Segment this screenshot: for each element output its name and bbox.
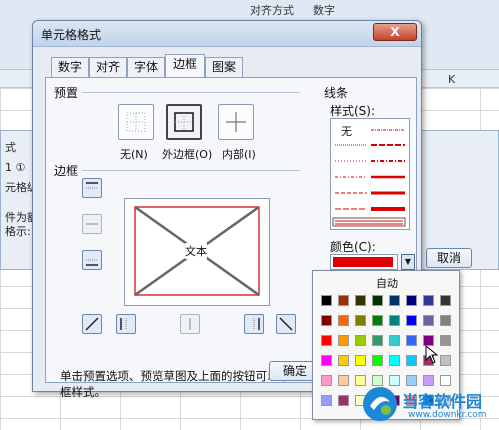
color-swatch[interactable] <box>321 335 332 346</box>
border-right-button[interactable] <box>244 314 264 334</box>
ribbon-group-alignment: 对齐方式 <box>250 4 294 17</box>
border-top-icon <box>86 182 98 189</box>
color-swatch[interactable] <box>440 335 451 346</box>
color-swatch[interactable] <box>321 375 332 386</box>
preset-outline-label: 外边框(O) <box>162 148 213 161</box>
color-swatch[interactable] <box>440 295 451 306</box>
cancel-button[interactable]: 取消 <box>426 248 472 268</box>
bg-dialog-text-2: 1 ① <box>5 161 26 174</box>
border-diagonal-down-button[interactable] <box>276 314 296 334</box>
color-swatch[interactable] <box>338 395 349 406</box>
color-swatch[interactable] <box>440 355 451 366</box>
dialog-titlebar[interactable]: 单元格格式 X <box>33 21 421 47</box>
color-swatch[interactable] <box>389 355 400 366</box>
color-swatch[interactable] <box>338 355 349 366</box>
bg-dialog-text-1: 式 <box>5 141 16 154</box>
color-swatch[interactable] <box>389 315 400 326</box>
tab-number[interactable]: 数字 <box>51 57 89 77</box>
color-swatch[interactable] <box>355 335 366 346</box>
color-swatch[interactable] <box>423 295 434 306</box>
color-swatch[interactable] <box>372 295 383 306</box>
inside-border-icon <box>226 112 246 132</box>
border-preview[interactable]: 文本 <box>124 198 270 306</box>
preset-outline-button[interactable] <box>166 104 202 140</box>
dialog-title: 单元格格式 <box>41 28 102 42</box>
bg-dialog-text-5: 格示: <box>5 225 31 238</box>
tab-border[interactable]: 边框 <box>165 54 205 78</box>
diagonal-down-icon <box>279 317 293 331</box>
color-swatch[interactable] <box>338 375 349 386</box>
border-diagonal-up-button[interactable] <box>82 314 102 334</box>
watermark-name: 当客软件园 <box>402 392 483 411</box>
chevron-down-icon[interactable]: ▼ <box>401 254 415 270</box>
line-style-list[interactable]: 无 <box>330 118 410 230</box>
selected-color-swatch <box>333 257 393 267</box>
color-swatch[interactable] <box>372 335 383 346</box>
color-swatch[interactable] <box>372 315 383 326</box>
color-swatch[interactable] <box>355 295 366 306</box>
preset-inside-button[interactable] <box>218 104 254 140</box>
border-inside-vertical-button[interactable] <box>180 314 200 334</box>
color-swatch[interactable] <box>440 315 451 326</box>
border-inside-horizontal-icon <box>86 223 98 225</box>
color-swatch[interactable] <box>321 315 332 326</box>
automatic-color-option[interactable]: 自动 <box>321 275 453 291</box>
line-style-none[interactable]: 无 <box>341 123 352 139</box>
color-label: 颜色(C): <box>330 240 376 254</box>
close-button[interactable]: X <box>373 23 417 41</box>
color-swatch[interactable] <box>389 295 400 306</box>
color-swatch[interactable] <box>338 295 349 306</box>
color-swatch[interactable] <box>406 335 417 346</box>
color-swatch[interactable] <box>355 355 366 366</box>
preview-text: 文本 <box>185 243 207 259</box>
border-top-button[interactable] <box>82 178 102 198</box>
tab-patterns[interactable]: 图案 <box>205 57 243 77</box>
color-swatch[interactable] <box>321 295 332 306</box>
tab-alignment[interactable]: 对齐 <box>89 57 127 77</box>
diagonal-up-icon <box>85 317 99 331</box>
color-swatch[interactable] <box>423 315 434 326</box>
watermark-logo: 当客软件园 www.downkr.com <box>360 384 498 428</box>
preset-inside-label: 内部(I) <box>222 148 256 161</box>
column-k-header: K <box>448 73 456 86</box>
color-swatch[interactable] <box>406 355 417 366</box>
mouse-pointer-icon <box>425 345 439 364</box>
watermark-url: www.downkr.com <box>408 410 487 420</box>
watermark-emblem-icon <box>363 387 397 421</box>
border-bottom-icon <box>86 259 98 266</box>
tab-font[interactable]: 字体 <box>127 57 165 77</box>
border-divider <box>82 170 300 171</box>
no-border-icon <box>126 112 146 132</box>
border-inside-vertical-icon <box>189 318 191 330</box>
color-dropdown[interactable]: ▼ <box>330 254 415 270</box>
color-swatch[interactable] <box>372 355 383 366</box>
border-right-icon <box>253 318 260 330</box>
presets-label: 预置 <box>54 86 79 100</box>
color-swatch[interactable] <box>338 335 349 346</box>
border-left-button[interactable] <box>116 314 136 334</box>
ribbon-group-number: 数字 <box>313 4 335 17</box>
border-label: 边框 <box>54 164 79 178</box>
line-label: 线条 <box>324 86 349 100</box>
color-swatch[interactable] <box>406 315 417 326</box>
style-label: 样式(S): <box>330 104 376 118</box>
preset-none-label: 无(N) <box>120 148 148 161</box>
color-swatch[interactable] <box>338 315 349 326</box>
preset-none-button[interactable] <box>118 104 154 140</box>
color-swatch[interactable] <box>355 315 366 326</box>
presets-divider <box>82 92 300 93</box>
border-left-icon <box>120 318 127 330</box>
color-swatch[interactable] <box>389 335 400 346</box>
color-swatch[interactable] <box>321 355 332 366</box>
border-inside-horizontal-button[interactable] <box>82 214 102 234</box>
color-swatch[interactable] <box>321 395 332 406</box>
outline-border-icon <box>174 112 194 132</box>
border-bottom-button[interactable] <box>82 250 102 270</box>
color-swatch[interactable] <box>406 295 417 306</box>
